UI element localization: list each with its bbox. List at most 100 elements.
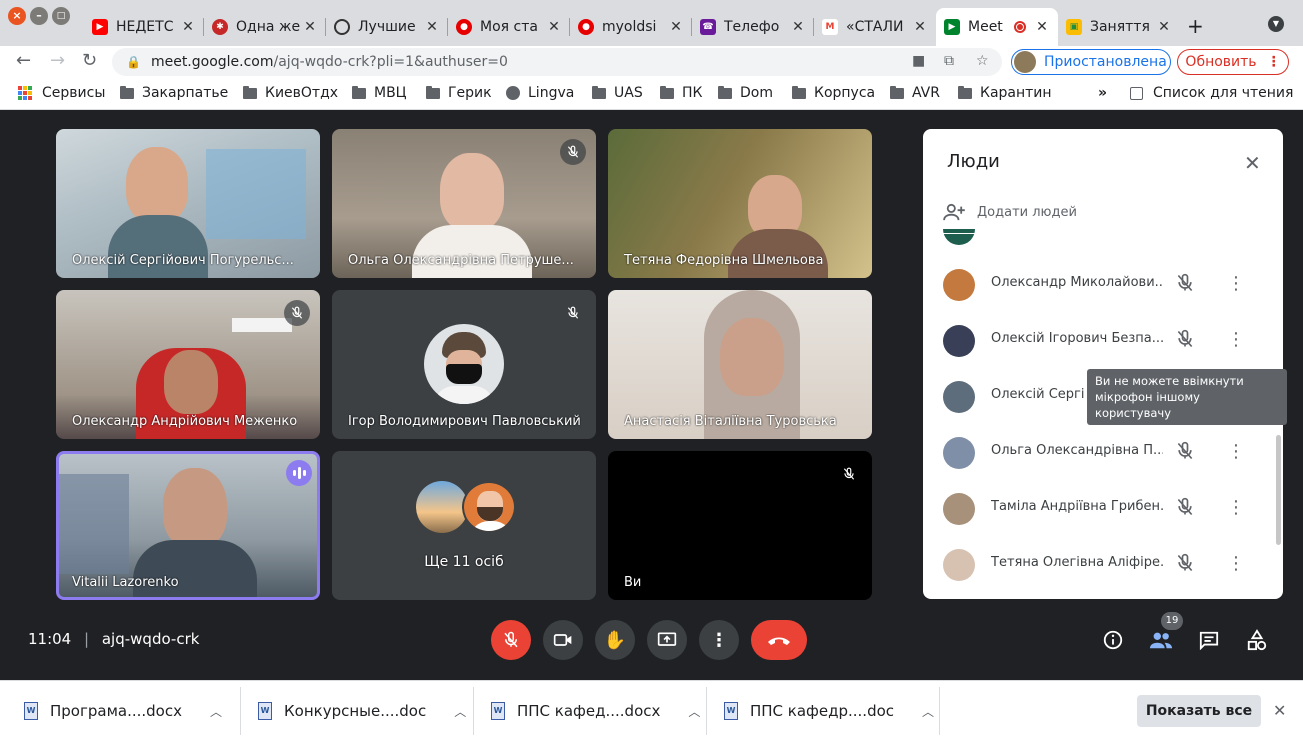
reading-list-button[interactable]: Список для чтения — [1130, 85, 1293, 101]
download-item[interactable]: W ППС кафед....docx ︿ — [491, 681, 700, 741]
bookmark-folder[interactable]: МВЦ — [352, 85, 407, 101]
meeting-details-button[interactable] — [1097, 624, 1129, 656]
browser-tab-meet[interactable]: ▶ Meet ✕ — [936, 8, 1058, 46]
browser-tab-3[interactable]: Лучшие ✕ — [326, 8, 448, 46]
update-button[interactable]: Обновить ⋮ — [1177, 49, 1289, 75]
browser-tab-4[interactable]: ● Моя ста ✕ — [448, 8, 570, 46]
browser-tab-1[interactable]: ▶ НЕДЕТС ✕ — [84, 8, 204, 46]
more-options-icon[interactable]: ⋮ — [1227, 499, 1245, 517]
bookmark-folder[interactable]: Dom — [718, 85, 773, 101]
browser-tab-7[interactable]: M «СТАЛИ ✕ — [814, 8, 936, 46]
participant-row[interactable]: Ольга Олександрівна П... ⋮ — [923, 425, 1283, 481]
panel-scrollbar[interactable] — [1276, 435, 1281, 545]
bookmark-folder[interactable]: КиевОтдх — [243, 85, 338, 101]
bookmarks-overflow-icon[interactable]: » — [1098, 85, 1107, 101]
show-all-downloads-button[interactable]: Показать все — [1137, 695, 1261, 727]
more-options-icon[interactable]: ⋮ — [1227, 331, 1245, 349]
translate-icon[interactable]: ⧉ — [944, 53, 954, 69]
participant-row[interactable]: Олександр Миколайови... ⋮ — [923, 257, 1283, 313]
add-people-button[interactable]: Додати людей — [943, 203, 1077, 221]
download-item[interactable]: W ППС кафедр....doc ︿ — [724, 681, 934, 741]
bookmark-folder[interactable]: Карантин — [958, 85, 1052, 101]
background-map — [206, 149, 306, 239]
video-tile[interactable]: Олексій Сергійович Погурельс... — [56, 129, 320, 278]
more-options-icon[interactable]: ⋮ — [1227, 555, 1245, 573]
mic-off-icon — [504, 631, 518, 648]
camera-icon[interactable]: ■ — [912, 53, 925, 69]
self-video-tile[interactable]: Ви — [608, 451, 872, 600]
bookmark-folder[interactable]: Герик — [426, 85, 492, 101]
leave-call-button[interactable] — [751, 620, 807, 660]
more-participants-tile[interactable]: Ще 11 осіб — [332, 451, 596, 600]
bookmark-folder[interactable]: AVR — [890, 85, 940, 101]
raise-hand-button[interactable]: ✋ — [595, 620, 635, 660]
reload-icon[interactable]: ↻ — [82, 50, 97, 71]
close-tab-icon[interactable]: ✕ — [1156, 19, 1172, 35]
window-minimize-icon[interactable]: – — [30, 7, 48, 25]
bookmark-folder[interactable]: ПК — [660, 85, 702, 101]
close-tab-icon[interactable]: ✕ — [302, 19, 318, 35]
hang-up-icon — [768, 637, 790, 645]
participant-row[interactable]: Олексій Ігорович Безпа... ⋮ — [923, 313, 1283, 369]
tab-search-icon[interactable]: ▼ — [1268, 16, 1284, 32]
more-options-button[interactable]: ⋮ — [699, 620, 739, 660]
bookmark-folder[interactable]: Закарпатье — [120, 85, 228, 101]
participant-row[interactable]: Тетяна Олегівна Аліфіре... ⋮ — [923, 537, 1283, 593]
close-tab-icon[interactable]: ✕ — [180, 19, 196, 35]
close-tab-icon[interactable]: ✕ — [790, 19, 806, 35]
more-options-icon[interactable]: ⋮ — [1227, 443, 1245, 461]
video-tile-active-speaker[interactable]: Vitalii Lazorenko — [56, 451, 320, 600]
close-tab-icon[interactable]: ✕ — [668, 19, 684, 35]
chevron-up-icon[interactable]: ︿ — [922, 703, 934, 720]
hand-icon: ✋ — [603, 629, 627, 651]
chat-icon — [1199, 631, 1219, 650]
chevron-up-icon[interactable]: ︿ — [210, 703, 222, 720]
mic-off-icon[interactable] — [1175, 441, 1195, 465]
browser-tab-9[interactable]: ▣ Заняття ✕ — [1058, 8, 1180, 46]
activities-button[interactable] — [1241, 624, 1273, 656]
download-item[interactable]: W Програма....docx ︿ — [24, 681, 222, 741]
camera-toggle-button[interactable] — [543, 620, 583, 660]
video-tile[interactable]: Ігор Володимирович Павловський — [332, 290, 596, 439]
profile-paused-button[interactable]: Приостановлена — [1011, 49, 1171, 75]
back-arrow-icon[interactable]: ← — [16, 50, 31, 71]
close-downloads-icon[interactable]: ✕ — [1273, 701, 1286, 720]
shapes-icon — [1247, 629, 1267, 651]
video-tile[interactable]: Олександр Андрійович Меженко — [56, 290, 320, 439]
close-tab-icon[interactable]: ✕ — [546, 19, 562, 35]
present-screen-button[interactable] — [647, 620, 687, 660]
bookmark-folder[interactable]: Корпуса — [792, 85, 875, 101]
close-tab-icon[interactable]: ✕ — [424, 19, 440, 35]
video-tile[interactable]: Тетяна Федорівна Шмельова — [608, 129, 872, 278]
star-icon[interactable]: ☆ — [976, 53, 989, 69]
chevron-up-icon[interactable]: ︿ — [454, 703, 466, 720]
forward-arrow-icon[interactable]: → — [50, 50, 65, 71]
word-document-icon: W — [724, 702, 738, 720]
mic-off-icon[interactable] — [1175, 553, 1195, 577]
more-options-icon[interactable]: ⋮ — [1227, 275, 1245, 293]
chat-button[interactable] — [1193, 624, 1225, 656]
window-close-icon[interactable]: × — [8, 7, 26, 25]
window-maximize-icon[interactable]: □ — [52, 7, 70, 25]
close-tab-icon[interactable]: ✕ — [912, 19, 928, 35]
download-item[interactable]: W Конкурсные....doc ︿ — [258, 681, 466, 741]
video-tile[interactable]: Анастасія Віталіївна Туровська — [608, 290, 872, 439]
chevron-up-icon[interactable]: ︿ — [688, 703, 700, 720]
mic-off-icon[interactable] — [1175, 273, 1195, 297]
mic-off-icon[interactable] — [1175, 497, 1195, 521]
browser-tab-5[interactable]: ● myoldsi ✕ — [570, 8, 692, 46]
url-field[interactable]: 🔒 meet.google.com/ajq-wqdo-crk?pli=1&aut… — [112, 48, 1002, 76]
close-panel-icon[interactable]: ✕ — [1244, 151, 1261, 175]
video-tile[interactable]: Ольга Олександрівна Петруше... — [332, 129, 596, 278]
bookmark-folder[interactable]: UAS — [592, 85, 643, 101]
close-tab-icon[interactable]: ✕ — [1034, 19, 1050, 35]
mic-off-icon[interactable] — [1175, 329, 1195, 353]
browser-tab-6[interactable]: ☎ Телефо ✕ — [692, 8, 814, 46]
new-tab-icon[interactable]: + — [1187, 14, 1204, 38]
browser-tab-2[interactable]: ✱ Одна же ✕ — [204, 8, 326, 46]
bookmark-apps[interactable]: Сервисы — [18, 85, 105, 101]
participant-row[interactable]: Таміла Андріївна Грибен... ⋮ — [923, 481, 1283, 537]
people-button[interactable] — [1145, 624, 1177, 656]
mic-toggle-button[interactable] — [491, 620, 531, 660]
bookmark-lingva[interactable]: Lingva — [506, 85, 574, 101]
